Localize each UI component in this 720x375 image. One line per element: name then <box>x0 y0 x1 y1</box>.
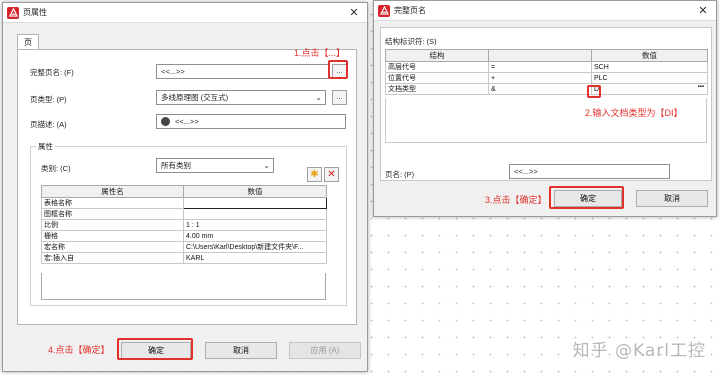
delete-attribute-button[interactable]: ✕ <box>324 167 339 182</box>
structure-name: 位置代号 <box>385 72 489 84</box>
table-row[interactable]: 位置代号 + PLC <box>385 72 708 84</box>
highlight-browse-button <box>328 60 348 79</box>
more-icon[interactable]: ▪▪▪ <box>698 85 704 91</box>
tab-label: 页 <box>24 38 32 47</box>
full-page-name-value: <<...>> <box>161 67 185 76</box>
close-icon[interactable]: ✕ <box>341 4 367 22</box>
table-row[interactable]: 高层代号 = SCH <box>385 61 708 73</box>
structure-name: 高层代号 <box>385 61 489 73</box>
attr-name: 比例 <box>41 219 184 231</box>
table-row[interactable]: 文档类型 & DI ▪▪▪ <box>385 83 708 95</box>
annotation-step2: 2.输入文档类型为【DI】 <box>585 108 683 118</box>
watermark: 知乎 @Karl工控 <box>572 341 706 361</box>
attributes-table: 属性名 数值 表格名称 图框名称 比例 1 : 1 栅格 4.00 mm 宏名称… <box>41 185 327 264</box>
highlight-doc-type-cell <box>587 85 601 98</box>
col-header-value: 数值 <box>183 185 327 198</box>
titlebar: 页属性 ✕ <box>3 3 367 23</box>
page-type-browse-button[interactable]: ... <box>332 90 347 105</box>
table-row[interactable]: 表格名称 <box>41 197 327 209</box>
attr-name: 宏名称 <box>41 241 184 253</box>
attributes-group-title: 属性 <box>36 141 55 152</box>
tab-page[interactable]: 页 <box>17 34 39 50</box>
structure-table: 结构 数值 高层代号 = SCH 位置代号 + PLC 文档类型 & DI ▪▪… <box>385 49 708 95</box>
highlight-right-ok-button <box>549 186 624 209</box>
table-row[interactable]: 比例 1 : 1 <box>41 219 327 231</box>
page-type-select[interactable]: 多线原理图 (交互式) ⌄ <box>156 90 326 105</box>
chevron-down-icon: ⌄ <box>315 93 322 102</box>
titlebar: 完整页名 ✕ <box>374 1 716 21</box>
dialog-title: 页属性 <box>23 8 47 17</box>
table-row[interactable]: 宏:插入自 KARL <box>41 252 327 264</box>
col-header-value: 数值 <box>591 49 708 62</box>
chevron-down-icon: ⌄ <box>263 161 270 170</box>
app-icon <box>7 6 19 19</box>
highlight-left-ok-button <box>117 338 193 360</box>
structure-value[interactable]: SCH <box>591 61 708 73</box>
attr-value[interactable] <box>183 208 327 220</box>
category-label: 类别: (C) <box>41 164 71 173</box>
cancel-label: 取消 <box>664 194 680 203</box>
globe-icon <box>161 117 170 126</box>
structure-prefix: + <box>488 72 592 84</box>
table-empty-area <box>385 98 707 143</box>
page-name-value: <<...>> <box>514 167 538 176</box>
apply-button[interactable]: 应用 (A) <box>289 342 361 359</box>
table-row[interactable]: 宏名称 C:\Users\Karl\Desktop\新建文件夹\F... <box>41 241 327 253</box>
col-header-name: 属性名 <box>41 185 184 198</box>
cancel-label: 取消 <box>233 346 249 355</box>
category-value: 所有类别 <box>161 161 191 170</box>
table-row[interactable]: 图框名称 <box>41 208 327 220</box>
attr-value[interactable]: 4.00 mm <box>183 230 327 242</box>
annotation-step1: 1.点击【...】 <box>294 48 346 58</box>
page-desc-value: <<...>> <box>175 117 199 126</box>
structure-prefix: & <box>488 83 592 95</box>
attr-value[interactable]: 1 : 1 <box>183 219 327 231</box>
structure-value[interactable]: PLC <box>591 72 708 84</box>
attr-name: 表格名称 <box>41 197 184 209</box>
page-type-value: 多线原理图 (交互式) <box>161 93 229 102</box>
structure-prefix: = <box>488 61 592 73</box>
attr-name: 图框名称 <box>41 208 184 220</box>
structure-name: 文档类型 <box>385 83 489 95</box>
full-page-name-field[interactable]: <<...>> <box>156 64 329 79</box>
attr-name: 宏:插入自 <box>41 252 184 264</box>
page-name-field[interactable]: <<...>> <box>509 164 670 179</box>
app-icon <box>378 4 390 17</box>
col-header-structure: 结构 <box>385 49 489 62</box>
page-desc-label: 页描述: (A) <box>30 120 67 129</box>
table-empty-area <box>41 273 326 300</box>
attr-value[interactable]: KARL <box>183 252 327 264</box>
attr-value[interactable] <box>183 197 327 209</box>
structure-value[interactable]: DI ▪▪▪ <box>591 83 708 95</box>
full-page-name-label: 完整页名: (F) <box>30 68 74 77</box>
page-desc-field[interactable]: <<...>> <box>156 114 346 129</box>
page-name-label: 页名: (P) <box>385 170 415 179</box>
attr-name: 栅格 <box>41 230 184 242</box>
page-type-label: 页类型: (P) <box>30 95 67 104</box>
cancel-button[interactable]: 取消 <box>636 190 708 207</box>
add-attribute-button[interactable]: ✱ <box>307 167 322 182</box>
table-row[interactable]: 栅格 4.00 mm <box>41 230 327 242</box>
col-header-prefix <box>488 49 592 62</box>
category-select[interactable]: 所有类别 ⌄ <box>156 158 274 173</box>
cancel-button[interactable]: 取消 <box>205 342 277 359</box>
structure-label: 结构标识符: (S) <box>385 37 437 46</box>
close-icon[interactable]: ✕ <box>690 2 716 20</box>
annotation-step4: 4.点击【确定】 <box>48 345 110 355</box>
apply-label: 应用 (A) <box>310 346 340 355</box>
attr-value[interactable]: C:\Users\Karl\Desktop\新建文件夹\F... <box>183 241 327 253</box>
annotation-step3: 3.点击【确定】 <box>485 195 547 205</box>
dialog-title: 完整页名 <box>394 6 426 15</box>
